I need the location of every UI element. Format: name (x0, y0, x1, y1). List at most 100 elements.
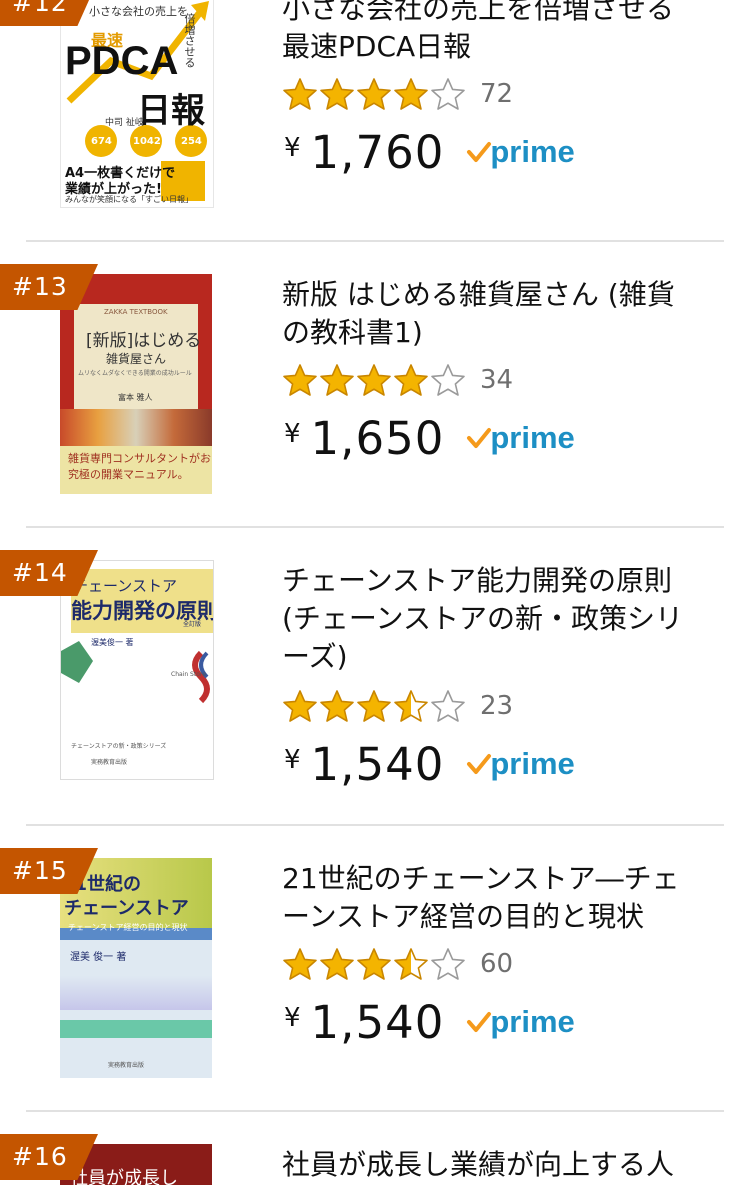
product-item-15[interactable]: #15 21世紀の チェーンストア チェーンストア経営の目的と現状 渥美 俊一 … (0, 826, 729, 1110)
cover-text: チェーンストア (64, 898, 189, 919)
book-cover-image[interactable]: チェーンストア 能力開発の原則 全訂版 渥美俊一 著 Chain Store チ… (60, 560, 214, 780)
star-half-icon (394, 690, 428, 722)
product-item-16[interactable]: #16 社員が成長し 社員が成長し業績が向上する人 (0, 1112, 729, 1185)
cover-text: PDCA (65, 39, 179, 83)
currency-symbol: ¥ (284, 133, 301, 163)
cover-text: 倍増させる (183, 13, 196, 68)
prime-badge: prime (466, 746, 575, 782)
star-full-icon (357, 690, 391, 722)
star-full-icon (357, 364, 391, 396)
cover-text: 実務教育出版 (108, 1062, 145, 1069)
prime-badge: prime (466, 420, 575, 456)
cover-text: チェーンストア (73, 577, 177, 595)
product-title-line: の教科書1) (282, 316, 423, 349)
cover-text: 日報 (137, 91, 205, 131)
cover-text: ZAKKA TEXTBOOK (104, 308, 168, 316)
cover-text: 雑貨専門コンサルタントがおくる (68, 452, 212, 465)
star-full-icon (320, 78, 354, 110)
star-full-icon (283, 948, 317, 980)
product-item-12[interactable]: #12 小さな会社の売上を 倍増させる 最速 PDCA 日報 中司 祉岐 674… (0, 0, 729, 240)
prime-check-icon (467, 754, 492, 774)
cover-text: 渥美俊一 著 (91, 638, 134, 647)
cover-text: [新版]はじめる (86, 331, 202, 351)
cover-text: 社員が成長し (70, 1168, 178, 1185)
prime-badge: prime (466, 1004, 575, 1040)
star-full-icon (357, 948, 391, 980)
cover-text: 中司 祉岐 (105, 118, 144, 128)
star-rating (282, 77, 466, 111)
rating-row[interactable]: 60 (282, 947, 513, 981)
book-cover-image[interactable]: ZAKKA TEXTBOOK [新版]はじめる 雑貨屋さん ムリなくムダなくでき… (60, 274, 212, 494)
cover-text: Chain Store (171, 671, 206, 678)
star-rating (282, 363, 466, 397)
cover-text: 実務教育出版 (91, 759, 128, 766)
price-row: ¥ 1,540 prime (284, 734, 575, 794)
bestseller-list: #12 小さな会社の売上を 倍増させる 最速 PDCA 日報 中司 祉岐 674… (0, 0, 729, 1185)
star-empty-icon (431, 364, 465, 396)
product-item-13[interactable]: #13 ZAKKA TEXTBOOK [新版]はじめる 雑貨屋さん ムリなくムダ… (0, 242, 729, 526)
price: 1,540 (310, 737, 445, 791)
star-rating (282, 947, 466, 981)
star-empty-icon (431, 78, 465, 110)
price-row: ¥ 1,540 prime (284, 992, 575, 1052)
product-title[interactable]: 21世紀のチェーンストア―チェ ーンストア経営の目的と現状 (282, 860, 712, 936)
rating-count: 23 (480, 691, 514, 721)
cover-text: 674 (91, 136, 112, 147)
rating-count: 72 (480, 79, 514, 109)
cover-text: みんなが笑顔になる「すごい日報」 (65, 195, 193, 204)
product-title[interactable]: チェーンストア能力開発の原則 (チェーンストアの新・政策シリ ーズ) (282, 562, 712, 676)
star-full-icon (320, 948, 354, 980)
cover-text: チェーンストアの新・政策シリーズ (71, 743, 167, 750)
product-title-line: 21世紀のチェーンストア―チェ (282, 862, 680, 895)
product-title-line: ーズ) (282, 640, 348, 673)
star-full-icon (283, 78, 317, 110)
star-full-icon (320, 364, 354, 396)
cover-text: 1042 (133, 136, 161, 147)
product-title-line: チェーンストア能力開発の原則 (282, 564, 673, 597)
prime-label: prime (490, 420, 575, 455)
cover-text: チェーンストア経営の目的と現状 (68, 923, 188, 932)
star-full-icon (357, 78, 391, 110)
price-row: ¥ 1,760 prime (284, 122, 575, 182)
book-cover-image[interactable]: 21世紀の チェーンストア チェーンストア経営の目的と現状 渥美 俊一 著 実務… (60, 858, 212, 1078)
cover-text: 富本 雅人 (118, 393, 153, 402)
cover-text: ムリなくムダなくできる開業の成功ルール (78, 370, 192, 377)
rating-row[interactable]: 23 (282, 689, 513, 723)
product-title-line: (チェーンストアの新・政策シリ (282, 602, 683, 635)
prime-check-icon (467, 428, 492, 448)
product-title[interactable]: 社員が成長し業績が向上する人 (282, 1146, 712, 1184)
product-title[interactable]: 小さな会社の売上を倍増させる 最速PDCA日報 (282, 0, 712, 66)
star-empty-icon (431, 948, 465, 980)
star-full-icon (283, 690, 317, 722)
prime-label: prime (490, 1004, 575, 1039)
rating-count: 34 (480, 365, 514, 395)
product-title-line: ーンストア経営の目的と現状 (282, 900, 645, 933)
product-item-14[interactable]: #14 チェーンストア 能力開発の原則 全訂版 渥美俊一 著 Chain Sto… (0, 528, 729, 824)
star-half-icon (394, 948, 428, 980)
prime-badge: prime (466, 134, 575, 170)
prime-check-icon (467, 142, 492, 162)
cover-text: 究極の開業マニュアル。 (68, 468, 189, 481)
star-full-icon (320, 690, 354, 722)
book-cover-image[interactable]: 小さな会社の売上を 倍増させる 最速 PDCA 日報 中司 祉岐 674 104… (60, 0, 214, 208)
currency-symbol: ¥ (284, 745, 301, 775)
cover-text: 小さな会社の売上を (89, 5, 188, 18)
product-title-line: 新版 はじめる雑貨屋さん (雑貨 (282, 278, 675, 311)
star-full-icon (283, 364, 317, 396)
prime-label: prime (490, 134, 575, 169)
price: 1,540 (310, 995, 445, 1049)
star-full-icon (394, 78, 428, 110)
star-empty-icon (431, 690, 465, 722)
price: 1,760 (310, 125, 445, 179)
product-title[interactable]: 新版 はじめる雑貨屋さん (雑貨 の教科書1) (282, 276, 712, 352)
cover-stripe (60, 1020, 212, 1038)
cover-text: 254 (181, 136, 202, 147)
price: 1,650 (310, 411, 445, 465)
price-row: ¥ 1,650 prime (284, 408, 575, 468)
cover-text: 渥美 俊一 著 (70, 952, 127, 963)
rating-row[interactable]: 34 (282, 363, 513, 397)
product-title-line: 小さな会社の売上を倍増させる (282, 0, 675, 25)
cover-stripe (60, 976, 212, 1010)
product-title-line: 社員が成長し業績が向上する人 (282, 1148, 675, 1181)
rating-row[interactable]: 72 (282, 77, 513, 111)
